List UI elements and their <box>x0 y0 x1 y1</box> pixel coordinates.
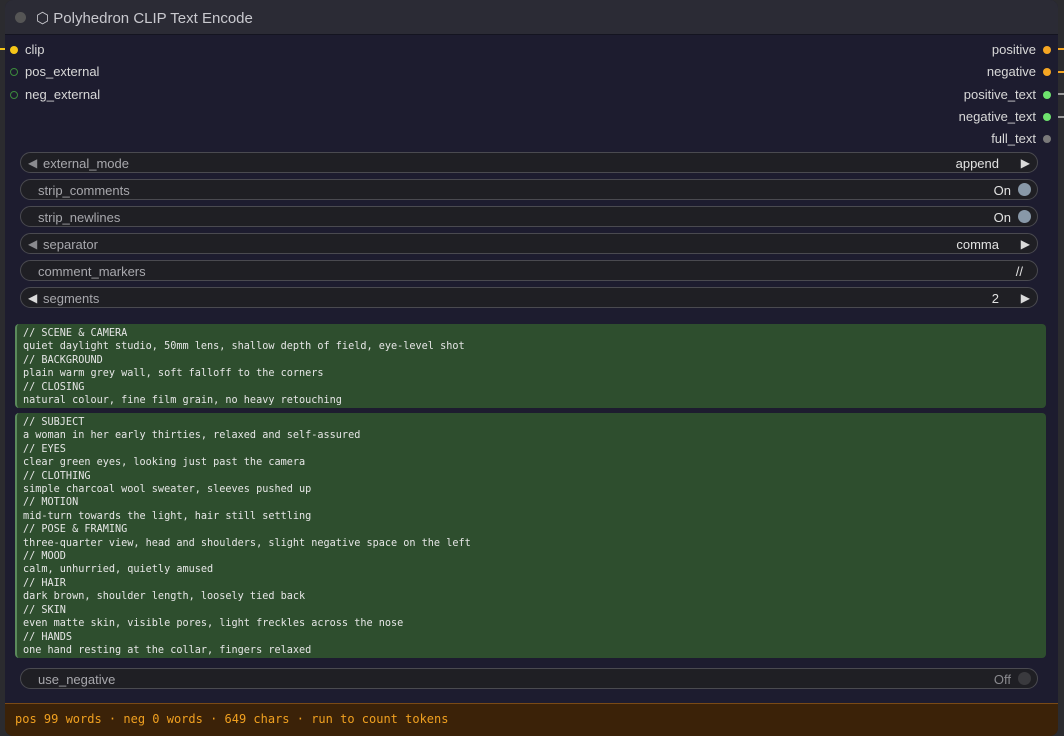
toggle-value: On <box>993 210 1011 225</box>
prompt-line: calm, unhurried, quietly amused <box>23 564 214 576</box>
wire-negative-text-out <box>1058 116 1064 118</box>
output-label: negative <box>986 64 1036 79</box>
strip-comments-toggle[interactable]: strip_comments On <box>20 179 1038 200</box>
segments-number[interactable]: ◀ segments 2 ▶ <box>20 287 1038 308</box>
comment-line: // SKIN <box>23 604 66 616</box>
arrow-right-icon[interactable]: ▶ <box>1021 237 1030 251</box>
stats-footer: pos 99 words · neg 0 words · 649 chars ·… <box>5 703 1058 736</box>
widget-value: 2 <box>991 291 999 306</box>
widget-label: separator <box>43 237 98 252</box>
output-label: positive_text <box>963 87 1036 102</box>
separator-combo[interactable]: ◀ separator comma ▶ <box>20 233 1038 254</box>
widget-value: // <box>1015 264 1023 279</box>
comment-line: // SUBJECT <box>23 417 85 428</box>
comment-line: // SCENE & CAMERA <box>23 328 128 339</box>
toggle-knob-icon[interactable] <box>1018 672 1031 685</box>
arrow-right-icon[interactable]: ▶ <box>1021 156 1030 170</box>
widget-label: segments <box>43 291 100 306</box>
prompt-line: simple charcoal wool sweater, sleeves pu… <box>23 484 312 496</box>
comment-line: // CLOTHING <box>23 470 91 482</box>
prompt-line: dark brown, shoulder length, loosely tie… <box>23 591 306 603</box>
widget-value: comma <box>956 237 999 252</box>
node-title: ⬡ Polyhedron CLIP Text Encode <box>36 10 253 27</box>
output-positive-text[interactable]: positive_text <box>963 87 1051 103</box>
comment-line: // EYES <box>23 443 66 455</box>
output-negative-text[interactable]: negative_text <box>958 109 1051 125</box>
toggle-knob-icon[interactable] <box>1018 210 1031 223</box>
prompt-line: clear green eyes, looking just past the … <box>23 457 306 469</box>
prompt-line: one hand resting at the collar, fingers … <box>23 644 312 656</box>
widget-label: comment_markers <box>38 264 146 279</box>
use-negative-toggle[interactable]: use_negative Off <box>20 668 1038 689</box>
output-label: positive <box>991 42 1036 57</box>
comment-line: // BACKGROUND <box>23 354 103 366</box>
arrow-right-icon[interactable]: ▶ <box>1021 291 1030 305</box>
prompt-line: plain warm grey wall, soft falloff to th… <box>23 368 324 380</box>
toggle-knob-icon[interactable] <box>1018 183 1031 196</box>
comment-line: // CLOSING <box>23 381 85 393</box>
widget-label: strip_newlines <box>38 210 121 225</box>
comment-line: // POSE & FRAMING <box>23 524 128 536</box>
output-label: full_text <box>991 131 1036 146</box>
prompt-line: even matte skin, visible pores, light fr… <box>23 618 404 630</box>
wire-positive-out <box>1058 48 1064 50</box>
node-titlebar[interactable]: ⬡ Polyhedron CLIP Text Encode <box>5 0 1058 35</box>
output-dot-icon[interactable] <box>1043 46 1051 54</box>
prompt-line: a woman in her early thirties, relaxed a… <box>23 430 361 442</box>
input-clip[interactable]: clip <box>10 42 45 58</box>
widget-label: external_mode <box>43 156 129 171</box>
output-negative[interactable]: negative <box>986 64 1051 80</box>
widget-label: strip_comments <box>38 183 130 198</box>
polyhedron-clip-text-encode-node[interactable]: ⬡ Polyhedron CLIP Text Encode clip pos_e… <box>5 0 1058 736</box>
comment-markers-field[interactable]: comment_markers // <box>20 260 1038 281</box>
output-dot-icon[interactable] <box>1043 113 1051 121</box>
comment-line: // MOOD <box>23 551 66 563</box>
prompt-line: mid-turn towards the light, hair still s… <box>23 510 312 522</box>
comment-line: // HAIR <box>23 577 66 589</box>
prompt-line: quiet daylight studio, 50mm lens, shallo… <box>23 341 465 353</box>
toggle-value: On <box>993 183 1011 198</box>
output-dot-icon[interactable] <box>1043 135 1051 143</box>
strip-newlines-toggle[interactable]: strip_newlines On <box>20 206 1038 227</box>
segment-1-textarea[interactable]: // SCENE & CAMERA quiet daylight studio, … <box>15 324 1046 408</box>
wire-negative-out <box>1058 71 1064 73</box>
stats-text: pos 99 words · neg 0 words · 649 chars ·… <box>15 712 449 726</box>
input-dot-icon[interactable] <box>10 46 18 54</box>
arrow-left-icon[interactable]: ◀ <box>28 237 37 251</box>
arrow-left-icon[interactable]: ◀ <box>28 291 37 305</box>
input-ring-icon[interactable] <box>10 91 18 99</box>
output-positive[interactable]: positive <box>991 42 1051 58</box>
input-ring-icon[interactable] <box>10 68 18 76</box>
input-label: neg_external <box>25 87 101 102</box>
input-label: pos_external <box>25 64 100 79</box>
input-pos-external[interactable]: pos_external <box>10 64 100 80</box>
input-label: clip <box>25 42 45 57</box>
prompt-line: natural colour, fine film grain, no heav… <box>23 395 342 407</box>
prompt-line: three-quarter view, head and shoulders, … <box>23 537 471 549</box>
collapse-dot-icon[interactable] <box>15 12 26 23</box>
comment-line: // HANDS <box>23 631 73 643</box>
external-mode-combo[interactable]: ◀ external_mode append ▶ <box>20 152 1038 173</box>
widget-value: append <box>955 156 999 171</box>
output-full-text[interactable]: full_text <box>991 131 1051 147</box>
toggle-value: Off <box>993 672 1011 687</box>
output-dot-icon[interactable] <box>1043 68 1051 76</box>
output-label: negative_text <box>958 109 1036 124</box>
output-dot-icon[interactable] <box>1043 91 1051 99</box>
comment-line: // MOTION <box>23 497 79 509</box>
segment-2-textarea[interactable]: // SUBJECT a woman in her early thirties,… <box>15 413 1046 658</box>
arrow-left-icon[interactable]: ◀ <box>28 156 37 170</box>
input-neg-external[interactable]: neg_external <box>10 87 101 103</box>
widget-label: use_negative <box>38 672 116 687</box>
wire-positive-text-out <box>1058 93 1064 95</box>
